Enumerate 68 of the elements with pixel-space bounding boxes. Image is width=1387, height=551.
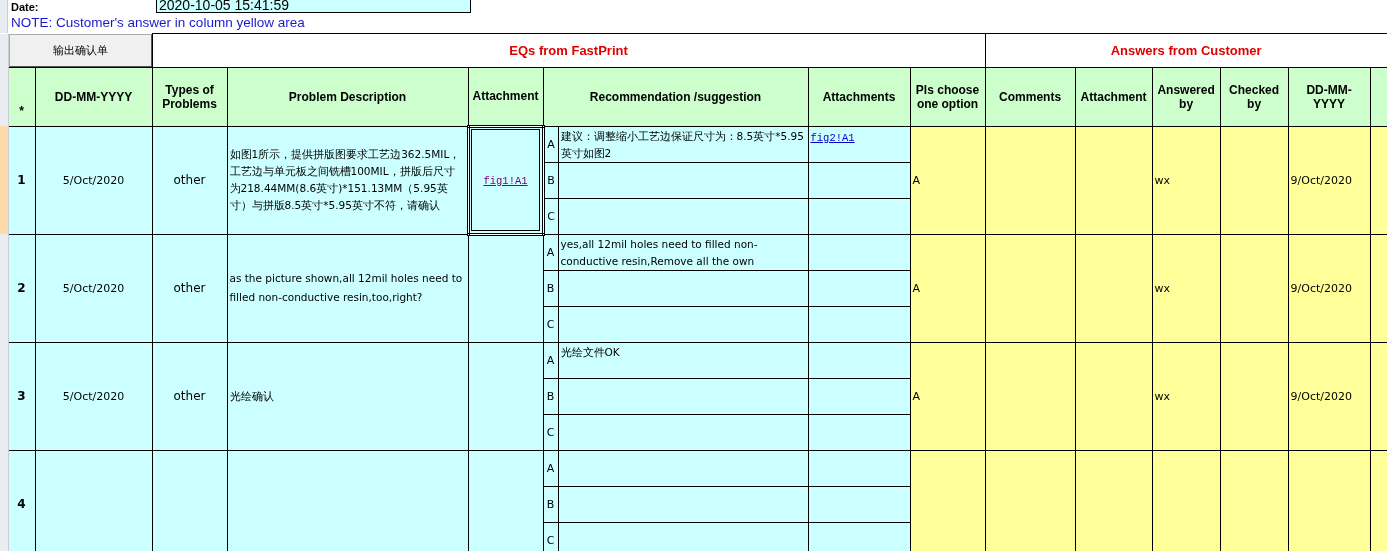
table-cell[interactable] <box>1075 450 1153 551</box>
table-cell[interactable] <box>1288 450 1371 551</box>
table-cell[interactable]: wx <box>1152 342 1221 450</box>
table-cell: 5/Oct/2020 <box>35 234 152 342</box>
date-label: Date: <box>10 2 40 13</box>
column-header: DD-MM-YYYY <box>1288 67 1371 126</box>
table-cell[interactable] <box>1075 126 1153 234</box>
table-cell[interactable] <box>1220 342 1289 450</box>
date-field[interactable]: 2020-10-05 15:41:59 <box>156 0 471 13</box>
column-header: Attachment <box>468 67 543 126</box>
note-text: NOTE: Customer's answer in column yellow area <box>10 14 306 30</box>
column-header: Types of Problems <box>152 67 227 126</box>
table-cell[interactable] <box>1152 450 1221 551</box>
column-header: Attachments <box>808 67 910 126</box>
table-cell: 光绘确认 <box>227 342 468 450</box>
table-cell[interactable] <box>985 234 1076 342</box>
column-header: Pls choose one option <box>910 67 986 126</box>
table-cell[interactable]: A <box>910 342 986 450</box>
table-cell[interactable]: 9/Oct/2020 <box>1288 234 1371 342</box>
table-cell[interactable] <box>468 342 543 450</box>
column-header: Answered by <box>1152 67 1221 126</box>
column-header: DD-MM-YYYY <box>35 67 152 126</box>
table-cell: 5/Oct/2020 <box>35 126 152 234</box>
table-cell[interactable]: 9/Oct/2020 <box>1288 342 1371 450</box>
column-header: Attachment <box>1075 67 1153 126</box>
attachment-link[interactable]: fig2!A1 <box>810 131 855 144</box>
table-cell[interactable]: A <box>910 234 986 342</box>
table-cell[interactable]: 9/Oct/2020 <box>1288 126 1371 234</box>
table-cell: C <box>543 198 558 234</box>
table-cell[interactable] <box>1220 234 1289 342</box>
table-cell: other <box>152 234 227 342</box>
table-cell: A <box>543 126 558 162</box>
table-cell: 光绘文件OK <box>558 342 808 378</box>
table-cell: 1 <box>8 126 35 234</box>
table-cell: 5/Oct/2020 <box>35 342 152 450</box>
export-button[interactable]: 输出确认单 <box>8 33 151 67</box>
table-cell[interactable] <box>468 450 543 551</box>
table-cell: 3 <box>8 342 35 450</box>
table-cell: other <box>152 342 227 450</box>
attachment-link[interactable]: fig1!A1 <box>483 174 528 187</box>
table-cell[interactable]: wx <box>1152 126 1221 234</box>
column-header: Problem Description <box>227 67 468 126</box>
column-header: * <box>8 67 35 126</box>
table-cell: B <box>543 162 558 198</box>
table-cell: 4 <box>8 450 35 551</box>
group-header: Answers from Customer <box>985 33 1387 67</box>
table-cell[interactable]: wx <box>1152 234 1221 342</box>
table-cell[interactable] <box>468 234 543 342</box>
table-cell[interactable]: fig1!A1 <box>468 126 543 234</box>
table-cell[interactable] <box>985 342 1076 450</box>
column-header: Comments <box>985 67 1076 126</box>
table-cell: yes,all 12mil holes need to filled non-conductive resin,Remove all the own <box>558 234 808 270</box>
group-header: EQs from FastPrint <box>152 33 986 67</box>
table-cell[interactable] <box>985 126 1076 234</box>
table-cell: as the picture shown,all 12mil holes need to filled non-conductive resin,too,right? <box>227 234 468 342</box>
table-cell: other <box>152 126 227 234</box>
table-cell[interactable] <box>985 450 1076 551</box>
table-cell: 建议：调整缩小工艺边保证尺寸为：8.5英寸*5.95英寸如图2 <box>558 126 808 162</box>
table-cell[interactable] <box>1220 126 1289 234</box>
table-cell: 2 <box>8 234 35 342</box>
table-cell[interactable] <box>1075 234 1153 342</box>
table-cell[interactable] <box>1075 342 1153 450</box>
column-header: Recommendation /suggestion <box>543 67 808 126</box>
column-header: Checked by <box>1220 67 1289 126</box>
table-cell[interactable] <box>1220 450 1289 551</box>
table-cell[interactable] <box>910 450 986 551</box>
table-cell[interactable]: A <box>910 126 986 234</box>
table-cell: 如图1所示，提供拼版图要求工艺边362.5MIL，工艺边与单元板之间铣槽100MIL，拼版后尺寸为218.44MM(8.6英寸)*151.13MM（5.95英寸）与拼版8.5英寸*5.95英寸不符，请确认 <box>227 126 468 234</box>
